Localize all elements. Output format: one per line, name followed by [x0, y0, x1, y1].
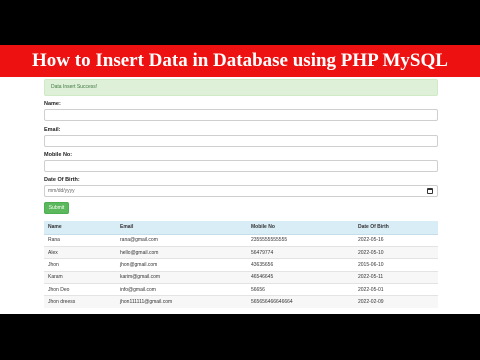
cell-dob: 2022-05-11 [354, 270, 438, 284]
cell-dob: 2022-05-01 [354, 283, 438, 296]
table-row: Alex hello@gmail.com 56479774 2022-05-10 [44, 245, 438, 259]
cell-dob: 2015-06-10 [354, 258, 438, 272]
submit-button[interactable]: Submit [44, 202, 69, 214]
cell-mobile: 46546645 [247, 270, 354, 284]
cell-mobile: 43635656 [247, 258, 354, 272]
column-header-dob: Date Of Birth [354, 221, 438, 235]
cell-email: karim@gmail.com [116, 270, 247, 284]
records-table: Name Email Mobile No Date Of Birth Rana … [44, 221, 438, 309]
email-input[interactable] [44, 135, 438, 147]
web-page: Data Insert Success! Name: Email: Mobile… [0, 77, 480, 314]
cell-dob: 2022-05-10 [354, 245, 438, 259]
table-header-row: Name Email Mobile No Date Of Birth [44, 221, 438, 235]
cell-name: Karam [44, 270, 116, 284]
cell-email: rana@gmail.com [116, 233, 247, 247]
table-row: Rana rana@gmail.com 2355555555555 2022-0… [44, 233, 438, 247]
cell-name: Rana [44, 233, 116, 247]
email-label: Email: [44, 127, 61, 133]
table-row: Jhon dreess jhon111111@gmail.com 5656564… [44, 295, 438, 309]
cell-dob: 2022-02-09 [354, 295, 438, 309]
cell-email: jhon111111@gmail.com [116, 295, 247, 309]
cell-mobile: 565656466646664 [247, 295, 354, 309]
cell-email: hello@gmail.com [116, 245, 247, 259]
dob-input[interactable]: mm/dd/yyyy [44, 185, 438, 197]
dob-label: Date Of Birth: [44, 177, 80, 183]
name-label: Name: [44, 101, 61, 107]
column-header-name: Name [44, 221, 116, 235]
cell-name: Alex [44, 245, 116, 259]
mobile-input[interactable] [44, 160, 438, 172]
name-input[interactable] [44, 109, 438, 121]
column-header-mobile: Mobile No [247, 221, 354, 235]
success-message: Data Insert Success! [51, 84, 98, 90]
table-row: Karam karim@gmail.com 46546645 2022-05-1… [44, 270, 438, 284]
cell-dob: 2022-05-16 [354, 233, 438, 247]
cell-name: Jhon dreess [44, 295, 116, 309]
cell-mobile: 56656 [247, 283, 354, 296]
mobile-label: Mobile No: [44, 152, 73, 158]
cell-mobile: 2355555555555 [247, 233, 354, 247]
table-row: Jhon Deo info@gmail.com 56656 2022-05-01 [44, 283, 438, 296]
column-header-email: Email [116, 221, 247, 235]
cell-name: Jhon Deo [44, 283, 116, 296]
video-title: How to Insert Data in Database using PHP… [32, 50, 448, 71]
table-row: Jhon jhon@gmail.com 43635656 2015-06-10 [44, 258, 438, 272]
video-title-banner: How to Insert Data in Database using PHP… [0, 45, 480, 77]
success-alert: Data Insert Success! [44, 79, 438, 96]
cell-mobile: 56479774 [247, 245, 354, 259]
cell-email: jhon@gmail.com [116, 258, 247, 272]
cell-name: Jhon [44, 258, 116, 272]
dob-placeholder: mm/dd/yyyy [48, 188, 75, 194]
calendar-icon[interactable] [427, 188, 433, 194]
cell-email: info@gmail.com [116, 283, 247, 296]
